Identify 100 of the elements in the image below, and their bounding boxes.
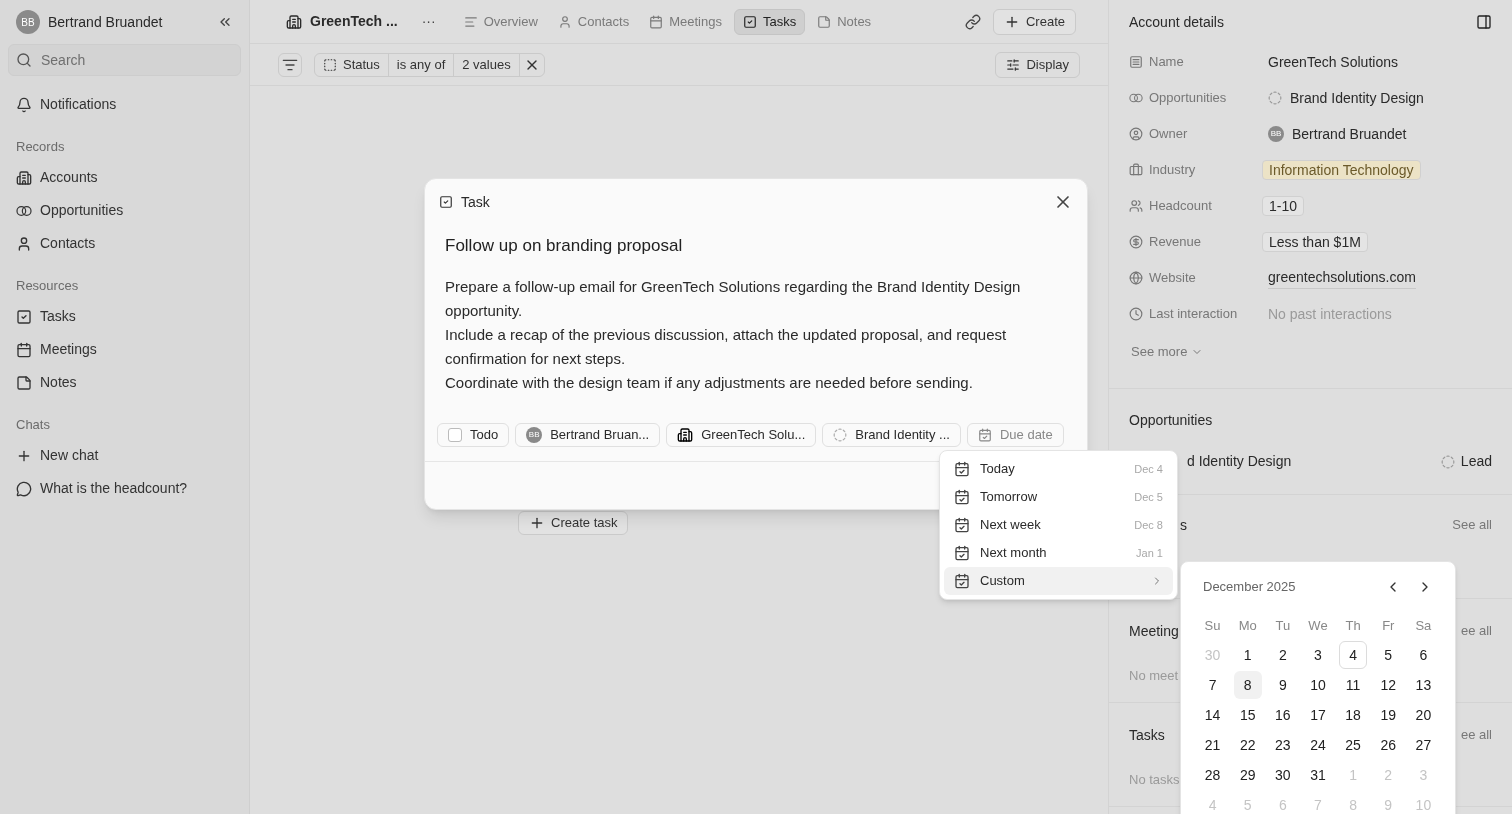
calendar-day[interactable]: 13 — [1409, 671, 1438, 699]
calendar-icon — [954, 545, 970, 561]
weekday-label: Su — [1203, 617, 1222, 636]
calendar-icon — [954, 573, 970, 589]
task-description[interactable]: Coordinate with the design team if any adjustments are needed before sending. — [445, 370, 1067, 395]
calendar-day[interactable]: 14 — [1198, 701, 1227, 729]
field-value[interactable]: Brand Identity Design — [1290, 87, 1424, 109]
dialog-header: Task — [461, 192, 491, 212]
calendar-day[interactable]: 18 — [1339, 701, 1368, 729]
calendar-day[interactable]: 19 — [1374, 701, 1403, 729]
calendar-day[interactable]: 26 — [1374, 731, 1403, 759]
weekday-label: We — [1307, 617, 1329, 636]
field-label: Name — [1149, 53, 1184, 72]
sidebar-item[interactable]: New chat — [8, 439, 241, 472]
calendar-day[interactable]: 9 — [1268, 671, 1297, 699]
checkbox-icon — [16, 308, 32, 325]
property-chip[interactable]: Brand Identity ... — [822, 423, 961, 447]
sidebar-item[interactable]: Accounts — [8, 161, 241, 194]
menu-item[interactable]: Today Dec 4 — [944, 455, 1173, 483]
menu-item[interactable]: Next week Dec 8 — [944, 511, 1173, 539]
calendar-day[interactable]: 4 — [1339, 641, 1368, 669]
clock-icon — [1129, 307, 1143, 321]
calendar-icon — [954, 461, 970, 477]
calendar-day[interactable]: 5 — [1374, 641, 1403, 669]
calendar-day[interactable]: 23 — [1268, 731, 1297, 759]
sidebar-item[interactable]: Opportunities — [8, 194, 241, 227]
calendar-day[interactable]: 1 — [1233, 641, 1262, 669]
property-chip[interactable]: BB Bertrand Bruan... — [515, 423, 661, 447]
opportunity-name[interactable]: d Identity Design — [1187, 451, 1441, 472]
person-icon — [557, 14, 572, 29]
create-task-button[interactable]: Create task — [518, 511, 629, 535]
note-icon — [817, 14, 832, 29]
weekday-label: Tu — [1274, 617, 1292, 636]
create-button[interactable]: Create — [992, 8, 1076, 35]
calendar-day[interactable]: 12 — [1374, 671, 1403, 699]
task-description[interactable]: Include a recap of the previous discussion, attach the updated proposal, and request confirmation for next steps. — [445, 322, 1067, 371]
calendar-day[interactable]: 31 — [1304, 761, 1332, 789]
calendar-day[interactable]: 21 — [1198, 731, 1227, 759]
dashed-circle-icon — [1268, 91, 1282, 105]
checkbox-icon — [742, 14, 757, 29]
property-chip[interactable]: Todo — [437, 423, 510, 447]
display-button[interactable]: Display — [995, 51, 1080, 78]
field-label: Last interaction — [1149, 305, 1238, 324]
field-value: No past interactions — [1268, 304, 1392, 324]
calendar-day[interactable]: 30 — [1268, 761, 1297, 789]
dashed-circle-icon — [1440, 454, 1455, 469]
task-description[interactable]: Prepare a follow-up email for GreenTech Solutions regarding the Brand Identity Design opportunity. — [445, 274, 1067, 323]
user-circle-icon — [1129, 127, 1143, 141]
tag: Information Technology — [1262, 160, 1421, 180]
sidebar-item[interactable]: Notifications — [8, 88, 241, 121]
field-value[interactable]: Bertrand Bruandet — [1292, 123, 1407, 145]
person-icon — [16, 235, 32, 252]
calendar-day[interactable]: 16 — [1268, 701, 1297, 729]
property-chip[interactable]: GreenTech Solu... — [666, 423, 817, 447]
weekday-label: Fr — [1381, 617, 1396, 636]
task-title[interactable]: Follow up on branding proposal — [425, 225, 1087, 259]
calendar-day[interactable]: 29 — [1233, 761, 1262, 789]
section-title: s — [1180, 515, 1187, 535]
month-label: December 2025 — [1203, 578, 1297, 597]
search-field[interactable]: Search — [8, 44, 241, 76]
field-label: Owner — [1149, 125, 1188, 144]
menu-item[interactable]: Next month Jan 1 — [944, 539, 1173, 567]
filter-operator[interactable]: is any of — [388, 53, 455, 76]
calendar-day[interactable]: 11 — [1339, 671, 1368, 699]
calendar-day[interactable]: 15 — [1233, 701, 1262, 729]
filter-field[interactable]: Status — [315, 53, 389, 76]
section-title: Chats — [15, 416, 51, 435]
calendar-day[interactable]: 17 — [1304, 701, 1332, 729]
checkbox[interactable] — [448, 428, 462, 442]
record-title[interactable]: GreenTech ... — [282, 11, 402, 32]
sidebar-item[interactable]: Notes — [8, 366, 241, 399]
sidebar-item[interactable]: Tasks — [8, 300, 241, 333]
sidebar-item[interactable]: Meetings — [8, 333, 241, 366]
tab[interactable]: Tasks — [733, 8, 806, 35]
calendar-day[interactable]: 25 — [1339, 731, 1368, 759]
filter-button[interactable] — [278, 52, 302, 77]
calendar-day[interactable]: 22 — [1233, 731, 1262, 759]
more-button[interactable]: ··· — [405, 11, 452, 32]
section-title: Opportunities — [1129, 410, 1213, 430]
calendar-day[interactable]: 8 — [1233, 671, 1262, 699]
menu-item[interactable]: Tomorrow Dec 5 — [944, 483, 1173, 511]
user-name[interactable]: Bertrand Bruandet — [48, 11, 209, 33]
calendar-day[interactable]: 27 — [1409, 731, 1438, 759]
website-link[interactable]: greentechsolutions.com — [1268, 267, 1416, 289]
calendar-day[interactable]: 3 — [1304, 641, 1332, 669]
panel-toggle-icon[interactable] — [1476, 14, 1492, 30]
property-chip[interactable]: Due date — [966, 423, 1064, 447]
calendar-day[interactable]: 28 — [1198, 761, 1227, 789]
filter-value[interactable]: 2 values — [454, 53, 520, 76]
empty-text: No tasks — [1129, 772, 1180, 787]
calendar-day[interactable]: 10 — [1304, 671, 1332, 699]
link-icon[interactable] — [964, 13, 981, 30]
calendar-day[interactable]: 24 — [1304, 731, 1332, 759]
sidebar-item[interactable]: Contacts — [8, 227, 241, 260]
calendar-day[interactable]: 7 — [1198, 671, 1227, 699]
calendar-day[interactable]: 2 — [1268, 641, 1297, 669]
calendar-day[interactable]: 6 — [1409, 641, 1438, 669]
calendar-day[interactable]: 20 — [1409, 701, 1438, 729]
menu-item[interactable]: Custom — [944, 567, 1173, 595]
sidebar-item[interactable]: What is the headcount? — [8, 472, 241, 505]
